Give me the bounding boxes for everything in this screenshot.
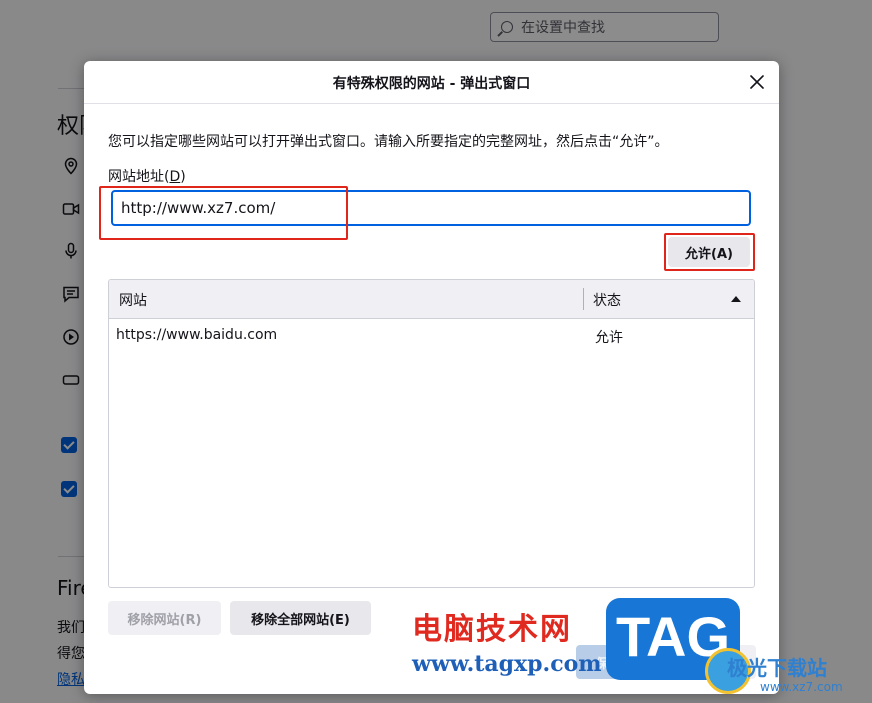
table-header: 网站 状态 xyxy=(109,280,754,319)
remove-site-button[interactable]: 移除网站(R) xyxy=(108,601,221,635)
allow-button[interactable]: 允许(A) xyxy=(668,237,750,267)
dialog-header: 有特殊权限的网站 - 弹出式窗口 xyxy=(84,61,779,104)
row-status: 允许 xyxy=(595,330,623,346)
table-row[interactable]: https://www.baidu.com 允许 xyxy=(109,324,754,350)
row-site: https://www.baidu.com xyxy=(116,327,278,343)
remove-all-sites-button[interactable]: 移除全部网站(E) xyxy=(230,601,371,635)
sort-ascending-icon xyxy=(731,296,741,302)
site-address-input[interactable] xyxy=(111,190,751,226)
watermark-site-url: www.tagxp.com xyxy=(412,651,602,677)
column-header-status[interactable]: 状态 xyxy=(593,290,621,310)
sites-table: 网站 状态 https://www.baidu.com 允许 xyxy=(108,279,755,588)
column-separator[interactable] xyxy=(583,288,584,310)
watermark-xz7-name: 极光下载站 xyxy=(727,656,827,680)
site-address-label: 网站地址(D) xyxy=(108,169,186,185)
dialog-description: 您可以指定哪些网站可以打开弹出式窗口。请输入所要指定的完整网址，然后点击“允许”… xyxy=(108,134,669,150)
dialog-title: 有特殊权限的网站 - 弹出式窗口 xyxy=(332,76,531,92)
column-header-site[interactable]: 网站 xyxy=(119,290,147,310)
watermark-xz7-url: www.xz7.com xyxy=(760,680,843,694)
watermark-site-name: 电脑技术网 xyxy=(412,612,572,647)
close-icon[interactable] xyxy=(747,72,767,92)
